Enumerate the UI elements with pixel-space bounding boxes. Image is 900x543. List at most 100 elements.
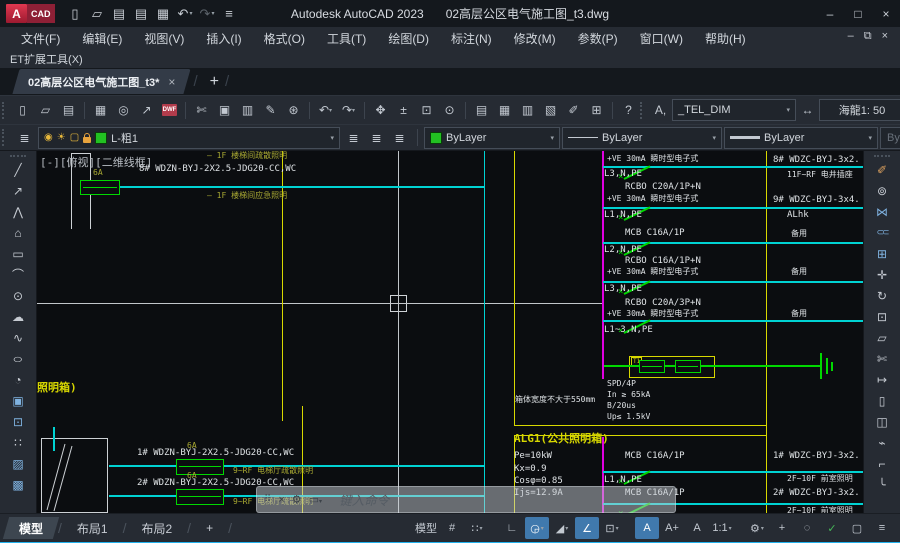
command-line-dock[interactable]: ⠿ × ⚙ ▭▾ 键入命令 [256, 486, 676, 513]
designcenter-button[interactable]: ▦ [493, 98, 516, 122]
draw-circle-button[interactable]: ⊙ [4, 285, 32, 306]
annotation-visibility-button[interactable]: A [635, 517, 659, 539]
rotate-button[interactable]: ↻ [868, 285, 896, 306]
menu-modify[interactable]: 修改(M) [503, 30, 567, 47]
draw-ellipse-arc-button[interactable]: ◔ [4, 369, 32, 390]
scale-button[interactable]: ⊡ [868, 306, 896, 327]
file-tab-active[interactable]: 02高层公区电气施工图_t3* × [16, 69, 187, 94]
dock-grip-icon[interactable]: ⠿ [264, 494, 271, 505]
draw-revcloud-button[interactable]: ☁ [4, 306, 32, 327]
draw-line-button[interactable]: ╱ [4, 159, 32, 180]
zoom-previous-button[interactable]: ⊙ [438, 98, 461, 122]
break-at-point-button[interactable]: ▯ [868, 390, 896, 411]
snap-mode-button[interactable]: ∷▾ [465, 517, 489, 539]
match-properties-button[interactable]: ✎ [259, 98, 282, 122]
color-dropdown[interactable]: ByLayer ▾ [424, 127, 560, 149]
dim-style-dropdown[interactable]: _TEL_DIM ▾ [672, 99, 796, 121]
qnew-button[interactable]: ▯ [65, 3, 86, 25]
plot-preview-button[interactable]: ◎ [112, 98, 135, 122]
mirror-button[interactable]: ⋈ [868, 201, 896, 222]
menu-format[interactable]: 格式(O) [253, 30, 316, 47]
polar-tracking-button[interactable]: ◶▾ [525, 517, 549, 539]
layout2-tab[interactable]: 布局2 [128, 517, 185, 539]
fillet-button[interactable]: ╰ [868, 474, 896, 495]
dimension-tool-button[interactable]: ↔ [796, 98, 819, 122]
draw-xline-button[interactable]: ↗ [4, 180, 32, 201]
open-button[interactable]: ▱ [87, 3, 108, 25]
toolbar-grip[interactable] [2, 129, 11, 146]
status-plus-button[interactable]: + [770, 517, 794, 539]
model-paper-toggle[interactable]: 模型 [413, 517, 439, 539]
plot-button[interactable]: ▦ [153, 3, 174, 25]
redo-button[interactable]: ↷▾ [197, 3, 218, 25]
redo-button[interactable]: ↷▾ [337, 98, 360, 122]
annotation-autoscale-button[interactable]: A+ [660, 517, 684, 539]
drawing-canvas[interactable]: T1 [-][俯视][二维线框]— 1F 楼梯间疏散照明6A8# WDZN-BY… [37, 151, 863, 513]
join-button[interactable]: ⌁ [868, 432, 896, 453]
menu-view[interactable]: 视图(V) [133, 30, 195, 47]
minimize-button[interactable]: – [816, 0, 844, 27]
annotation-scale-indicator[interactable]: A [685, 517, 709, 539]
layer-previous-button[interactable]: ≣ [365, 126, 388, 150]
sheet-set-manager-button[interactable]: ▧ [539, 98, 562, 122]
ortho-mode-button[interactable]: ∟ [500, 517, 524, 539]
undo-button[interactable]: ↶▾ [314, 98, 337, 122]
insert-block-button[interactable]: ▣ [4, 390, 32, 411]
menu-edit[interactable]: 编辑(E) [71, 30, 133, 47]
workspace-switching-button[interactable]: ⚙▾ [745, 517, 769, 539]
draw-rectangle-button[interactable]: ▭ [4, 243, 32, 264]
draw-gradient-button[interactable]: ▩ [4, 474, 32, 495]
model-tab[interactable]: 模型 [6, 517, 56, 539]
new-layout-button[interactable]: + [193, 517, 226, 539]
maximize-button[interactable]: □ [844, 0, 872, 27]
lineweight-dropdown[interactable]: ByLayer ▾ [724, 127, 878, 149]
offset-button[interactable]: ⊂⊂ [868, 222, 896, 243]
dwf-export-button[interactable]: DWF [158, 98, 181, 122]
menu-dimension[interactable]: 标注(N) [440, 30, 503, 47]
block-editor-button[interactable]: ⊛ [282, 98, 305, 122]
stretch-button[interactable]: ▱ [868, 327, 896, 348]
tool-palettes-button[interactable]: ▥ [516, 98, 539, 122]
move-button[interactable]: ✛ [868, 264, 896, 285]
doc-restore-button[interactable]: ⧉ [864, 30, 872, 43]
publish-button[interactable]: ↗ [135, 98, 158, 122]
annotation-scale-button[interactable]: 1:1▾ [710, 517, 734, 539]
dock-customize-wrench-icon[interactable]: ⚙ [292, 493, 302, 506]
text-style-button[interactable]: A, [649, 98, 672, 122]
tab-slash[interactable]: / [56, 517, 64, 539]
tab-slash[interactable]: / [121, 517, 129, 539]
layer-states-button[interactable]: ≣ [388, 126, 411, 150]
erase-button[interactable]: ✐ [868, 159, 896, 180]
toolbar-grip[interactable] [2, 102, 11, 119]
copy-button[interactable]: ⊚ [868, 180, 896, 201]
markup-button[interactable]: ✐ [562, 98, 585, 122]
cut-button[interactable]: ✄ [190, 98, 213, 122]
customization-menu-button[interactable]: ≡ [870, 517, 894, 539]
trim-button[interactable]: ✄ [868, 348, 896, 369]
autocad-logo-icon[interactable]: A CAD [6, 4, 55, 23]
draw-point-button[interactable]: ∷ [4, 432, 32, 453]
copy-clip-button[interactable]: ▣ [213, 98, 236, 122]
grid-display-button[interactable]: # [440, 517, 464, 539]
qat-customize-button[interactable]: ≡ [219, 3, 240, 25]
new-tab-button[interactable]: + [210, 73, 219, 91]
status-gap[interactable] [735, 517, 744, 539]
open-button[interactable]: ▱ [34, 98, 57, 122]
clean-screen-button[interactable]: ▢ [845, 517, 869, 539]
menu-et-extension-tools[interactable]: ET扩展工具(X) [10, 51, 94, 67]
quickcalc-button[interactable]: ⊞ [585, 98, 608, 122]
dock-close-icon[interactable]: × [278, 494, 284, 506]
toolbar-grip[interactable] [640, 102, 649, 119]
tab-close-icon[interactable]: × [168, 75, 175, 89]
tab-slash[interactable]: / [226, 517, 234, 539]
object-snap-tracking-button[interactable]: ∠ [575, 517, 599, 539]
help-button[interactable]: ? [617, 98, 640, 122]
status-gap[interactable] [625, 517, 634, 539]
chamfer-button[interactable]: ⌐ [868, 453, 896, 474]
status-gap[interactable] [490, 517, 499, 539]
paste-button[interactable]: ▥ [236, 98, 259, 122]
qsave-button[interactable]: ▤ [57, 98, 80, 122]
menu-window[interactable]: 窗口(W) [629, 30, 694, 47]
draw-polygon-button[interactable]: ⌂ [4, 222, 32, 243]
break-button[interactable]: ◫ [868, 411, 896, 432]
